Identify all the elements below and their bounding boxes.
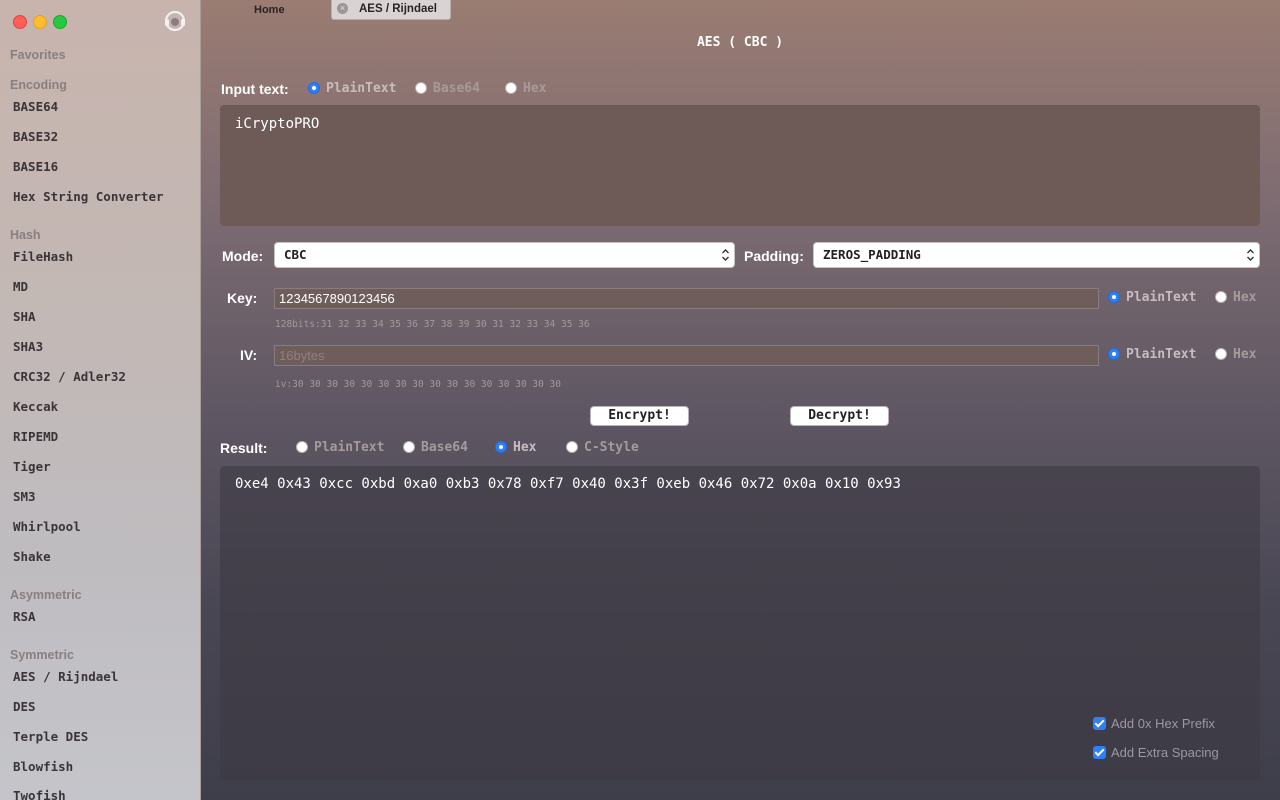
decrypt-button[interactable]: Decrypt! bbox=[790, 406, 889, 426]
sidebar-item-filehash[interactable]: FileHash bbox=[13, 249, 73, 264]
key-hint: 128bits:31 32 33 34 35 36 37 38 39 30 31… bbox=[275, 319, 590, 330]
sidebar-item-whirlpool[interactable]: Whirlpool bbox=[13, 519, 81, 534]
result-format-c-style-label[interactable]: C-Style bbox=[584, 440, 639, 455]
input-format-hex-label[interactable]: Hex bbox=[523, 81, 546, 96]
padding-label: Padding: bbox=[744, 248, 804, 264]
sidebar-section-symmetric: Symmetric bbox=[10, 648, 74, 662]
key-input[interactable]: 1234567890123456 bbox=[274, 288, 1099, 309]
result-format-hex-label[interactable]: Hex bbox=[513, 440, 536, 455]
headset-icon[interactable] bbox=[162, 9, 188, 33]
add-extra-spacing-label[interactable]: Add Extra Spacing bbox=[1111, 745, 1219, 760]
sidebar-item-des[interactable]: DES bbox=[13, 699, 36, 714]
result-format-base64-radio[interactable] bbox=[403, 441, 415, 453]
mode-select-value: CBC bbox=[284, 247, 307, 262]
sidebar-item-hex-string-converter[interactable]: Hex String Converter bbox=[13, 189, 164, 204]
iv-format-plaintext-label[interactable]: PlainText bbox=[1126, 347, 1196, 362]
key-format-plaintext-label[interactable]: PlainText bbox=[1126, 290, 1196, 305]
iv-hint: iv:30 30 30 30 30 30 30 30 30 30 30 30 3… bbox=[275, 379, 561, 390]
mode-select[interactable]: CBC bbox=[274, 242, 735, 268]
sidebar-section-encoding: Encoding bbox=[10, 78, 67, 92]
result-text-area[interactable]: 0xe4 0x43 0xcc 0xbd 0xa0 0xb3 0x78 0xf7 … bbox=[220, 466, 1260, 780]
sidebar-item-base64[interactable]: BASE64 bbox=[13, 99, 58, 114]
sidebar: Favorites Encoding BASE64 BASE32 BASE16 … bbox=[0, 0, 201, 800]
sidebar-item-sm3[interactable]: SM3 bbox=[13, 489, 36, 504]
sidebar-item-sha[interactable]: SHA bbox=[13, 309, 36, 324]
key-format-hex-radio[interactable] bbox=[1215, 291, 1227, 303]
sidebar-item-md[interactable]: MD bbox=[13, 279, 28, 294]
mode-label: Mode: bbox=[222, 248, 264, 264]
sidebar-item-rsa[interactable]: RSA bbox=[13, 609, 36, 624]
encrypt-button[interactable]: Encrypt! bbox=[590, 406, 689, 426]
sidebar-item-shake[interactable]: Shake bbox=[13, 549, 51, 564]
input-text-area[interactable]: iCryptoPRO bbox=[220, 105, 1260, 226]
input-format-plaintext-label[interactable]: PlainText bbox=[326, 81, 396, 96]
sidebar-item-ripemd[interactable]: RIPEMD bbox=[13, 429, 58, 444]
result-format-plaintext-label[interactable]: PlainText bbox=[314, 440, 384, 455]
sidebar-item-triple-des[interactable]: Terple DES bbox=[13, 729, 88, 744]
sidebar-section-asymmetric: Asymmetric bbox=[10, 588, 82, 602]
key-label: Key: bbox=[227, 290, 258, 306]
result-label: Result: bbox=[220, 440, 268, 456]
result-format-base64-label[interactable]: Base64 bbox=[421, 440, 468, 455]
result-format-c-style-radio[interactable] bbox=[566, 441, 578, 453]
iv-format-hex-label[interactable]: Hex bbox=[1233, 347, 1256, 362]
input-format-base64-radio[interactable] bbox=[415, 82, 427, 94]
sidebar-item-keccak[interactable]: Keccak bbox=[13, 399, 58, 414]
input-text-label: Input text: bbox=[221, 81, 289, 97]
tab-aes-rijndael[interactable]: × AES / Rijndael bbox=[331, 0, 451, 20]
sidebar-item-base16[interactable]: BASE16 bbox=[13, 159, 58, 174]
page-title: AES ( CBC ) bbox=[696, 35, 784, 50]
input-format-hex-radio[interactable] bbox=[505, 82, 517, 94]
sidebar-item-crc32[interactable]: CRC32 / Adler32 bbox=[13, 369, 126, 384]
sidebar-item-aes[interactable]: AES / Rijndael bbox=[13, 669, 118, 684]
sidebar-item-tiger[interactable]: Tiger bbox=[13, 459, 51, 474]
result-format-plaintext-radio[interactable] bbox=[296, 441, 308, 453]
input-format-base64-label[interactable]: Base64 bbox=[433, 81, 480, 96]
padding-select-value: ZEROS_PADDING bbox=[823, 247, 921, 262]
close-tab-icon[interactable]: × bbox=[337, 3, 348, 14]
iv-format-plaintext-radio[interactable] bbox=[1108, 348, 1120, 360]
iv-label: IV: bbox=[240, 347, 258, 363]
chevron-updown-icon bbox=[722, 249, 729, 261]
add-hex-prefix-checkbox[interactable] bbox=[1093, 717, 1106, 730]
tab-label: AES / Rijndael bbox=[359, 3, 437, 15]
result-format-hex-radio[interactable] bbox=[495, 441, 507, 453]
sidebar-item-twofish[interactable]: Twofish bbox=[13, 788, 66, 800]
chevron-updown-icon bbox=[1247, 249, 1254, 261]
sidebar-item-base32[interactable]: BASE32 bbox=[13, 129, 58, 144]
key-format-plaintext-radio[interactable] bbox=[1108, 291, 1120, 303]
sidebar-item-sha3[interactable]: SHA3 bbox=[13, 339, 43, 354]
sidebar-section-favorites: Favorites bbox=[10, 48, 66, 62]
sidebar-item-blowfish[interactable]: Blowfish bbox=[13, 759, 73, 774]
close-window-button[interactable] bbox=[13, 15, 27, 29]
input-format-plaintext-radio[interactable] bbox=[308, 82, 320, 94]
add-extra-spacing-checkbox[interactable] bbox=[1093, 746, 1106, 759]
iv-format-hex-radio[interactable] bbox=[1215, 348, 1227, 360]
zoom-window-button[interactable] bbox=[53, 15, 67, 29]
tab-home[interactable]: Home bbox=[254, 4, 285, 16]
key-format-hex-label[interactable]: Hex bbox=[1233, 290, 1256, 305]
sidebar-section-hash: Hash bbox=[10, 228, 41, 242]
padding-select[interactable]: ZEROS_PADDING bbox=[813, 242, 1260, 268]
add-hex-prefix-label[interactable]: Add 0x Hex Prefix bbox=[1111, 716, 1215, 731]
iv-input[interactable]: 16bytes bbox=[274, 345, 1099, 366]
minimize-window-button[interactable] bbox=[33, 15, 47, 29]
